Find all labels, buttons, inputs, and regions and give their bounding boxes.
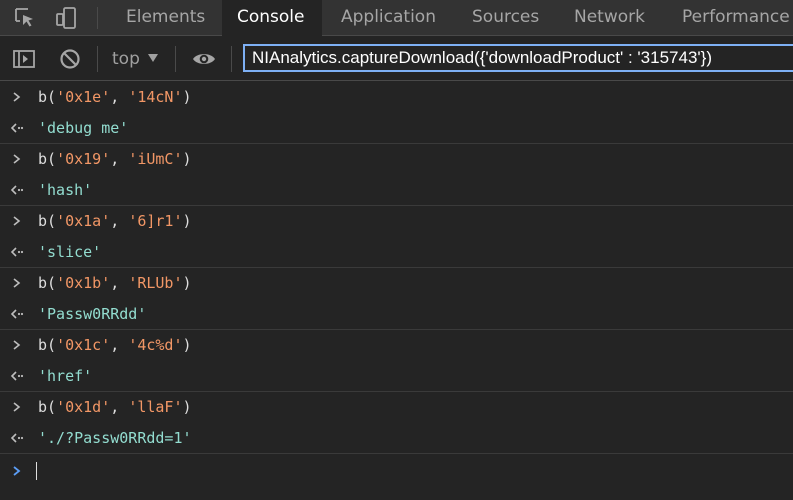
comma: ,	[110, 150, 129, 168]
console-command: b('0x1a', '6]r1')	[38, 206, 192, 237]
result-value: 'Passw0RRdd'	[38, 305, 147, 323]
string-arg: '6]r1'	[128, 212, 183, 230]
chevron-right-icon	[13, 340, 21, 350]
console-output: b('0x1e', '14cN') 'debug me' b('0x19', '…	[0, 82, 793, 500]
return-arrow-icon	[10, 247, 24, 257]
result-value: 'hash'	[38, 181, 93, 199]
comma: ,	[110, 212, 129, 230]
chevron-right-icon	[13, 154, 21, 164]
console-input-row: b('0x1e', '14cN')	[0, 82, 793, 113]
tab-bar-divider	[97, 7, 98, 29]
string-arg: 'iUmC'	[128, 150, 183, 168]
string-arg: '0x1b'	[56, 274, 111, 292]
tab-application[interactable]: Application	[327, 0, 447, 35]
string-arg: '4c%d'	[128, 336, 183, 354]
string-arg: 'RLUb'	[128, 274, 183, 292]
console-result-row: './?Passw0RRdd=1'	[0, 423, 793, 454]
chevron-right-icon	[13, 92, 21, 102]
console-input-row: b('0x1b', 'RLUb')	[0, 268, 793, 299]
close-paren: )	[182, 336, 192, 354]
result-value: 'href'	[38, 367, 93, 385]
console-input-row: b('0x19', 'iUmC')	[0, 144, 793, 175]
comma: ,	[110, 336, 129, 354]
console-command: b('0x1b', 'RLUb')	[38, 268, 192, 299]
prompt-chevron-icon	[13, 466, 21, 476]
console-input-row: b('0x1d', 'llaF')	[0, 392, 793, 423]
string-arg: '0x1d'	[56, 398, 111, 416]
chevron-right-icon	[13, 216, 21, 226]
chevron-right-icon	[13, 402, 21, 412]
toolbar-divider	[175, 46, 176, 72]
inspect-element-icon[interactable]	[13, 6, 37, 30]
console-command: b('0x1c', '4c%d')	[38, 330, 192, 361]
return-arrow-icon	[10, 371, 24, 381]
string-arg: '0x1e'	[56, 88, 111, 106]
comma: ,	[110, 398, 129, 416]
toolbar-divider	[97, 46, 98, 72]
function-call: b(	[38, 150, 57, 168]
result-value: 'slice'	[38, 243, 102, 261]
device-toolbar-icon[interactable]	[55, 6, 79, 30]
function-call: b(	[38, 274, 57, 292]
comma: ,	[110, 274, 129, 292]
string-arg: '0x1c'	[56, 336, 111, 354]
live-expression-eye-icon[interactable]	[191, 46, 217, 72]
function-call: b(	[38, 212, 57, 230]
console-result-row: 'Passw0RRdd'	[0, 299, 793, 330]
function-call: b(	[38, 398, 57, 416]
return-arrow-icon	[10, 123, 24, 133]
close-paren: )	[182, 274, 192, 292]
console-result-row: 'debug me'	[0, 113, 793, 144]
tab-elements[interactable]: Elements	[112, 0, 212, 35]
context-label: top	[112, 49, 140, 69]
string-arg: '0x1a'	[56, 212, 111, 230]
console-toolbar: top NIAnalytics.captureDownload({'downlo…	[0, 36, 793, 81]
comma: ,	[110, 88, 129, 106]
chevron-down-icon	[147, 54, 158, 62]
close-paren: )	[182, 212, 192, 230]
toolbar-divider	[231, 46, 232, 72]
console-input-row: b('0x1c', '4c%d')	[0, 330, 793, 361]
close-paren: )	[182, 398, 192, 416]
console-result-row: 'slice'	[0, 237, 793, 268]
console-filter-input[interactable]: NIAnalytics.captureDownload({'downloadPr…	[243, 44, 793, 72]
console-result-row: 'hash'	[0, 175, 793, 206]
string-arg: '0x19'	[56, 150, 111, 168]
filter-value: NIAnalytics.captureDownload({'downloadPr…	[252, 48, 712, 67]
console-input-row: b('0x1a', '6]r1')	[0, 206, 793, 237]
clear-console-icon[interactable]	[57, 46, 83, 72]
string-arg: '14cN'	[128, 88, 183, 106]
console-prompt[interactable]	[0, 454, 793, 488]
tab-console[interactable]: Console	[222, 0, 322, 36]
console-result-row: 'href'	[0, 361, 793, 392]
function-call: b(	[38, 88, 57, 106]
return-arrow-icon	[10, 309, 24, 319]
show-sidebar-icon[interactable]	[11, 46, 37, 72]
console-command: b('0x1d', 'llaF')	[38, 392, 192, 423]
result-value: './?Passw0RRdd=1'	[38, 429, 192, 447]
close-paren: )	[182, 150, 192, 168]
console-command: b('0x1e', '14cN')	[38, 82, 192, 113]
tab-performance[interactable]: Performance	[668, 0, 793, 35]
text-cursor	[36, 462, 37, 480]
console-command: b('0x19', 'iUmC')	[38, 144, 192, 175]
context-selector[interactable]: top	[112, 46, 158, 72]
return-arrow-icon	[10, 433, 24, 443]
return-arrow-icon	[10, 185, 24, 195]
result-value: 'debug me'	[38, 119, 129, 137]
string-arg: 'llaF'	[128, 398, 183, 416]
tab-sources[interactable]: Sources	[458, 0, 553, 35]
tab-network[interactable]: Network	[560, 0, 660, 35]
devtools-tab-bar: Elements Console Application Sources Net…	[0, 0, 793, 36]
devtools-window: Elements Console Application Sources Net…	[0, 0, 793, 500]
close-paren: )	[182, 88, 192, 106]
chevron-right-icon	[13, 278, 21, 288]
function-call: b(	[38, 336, 57, 354]
